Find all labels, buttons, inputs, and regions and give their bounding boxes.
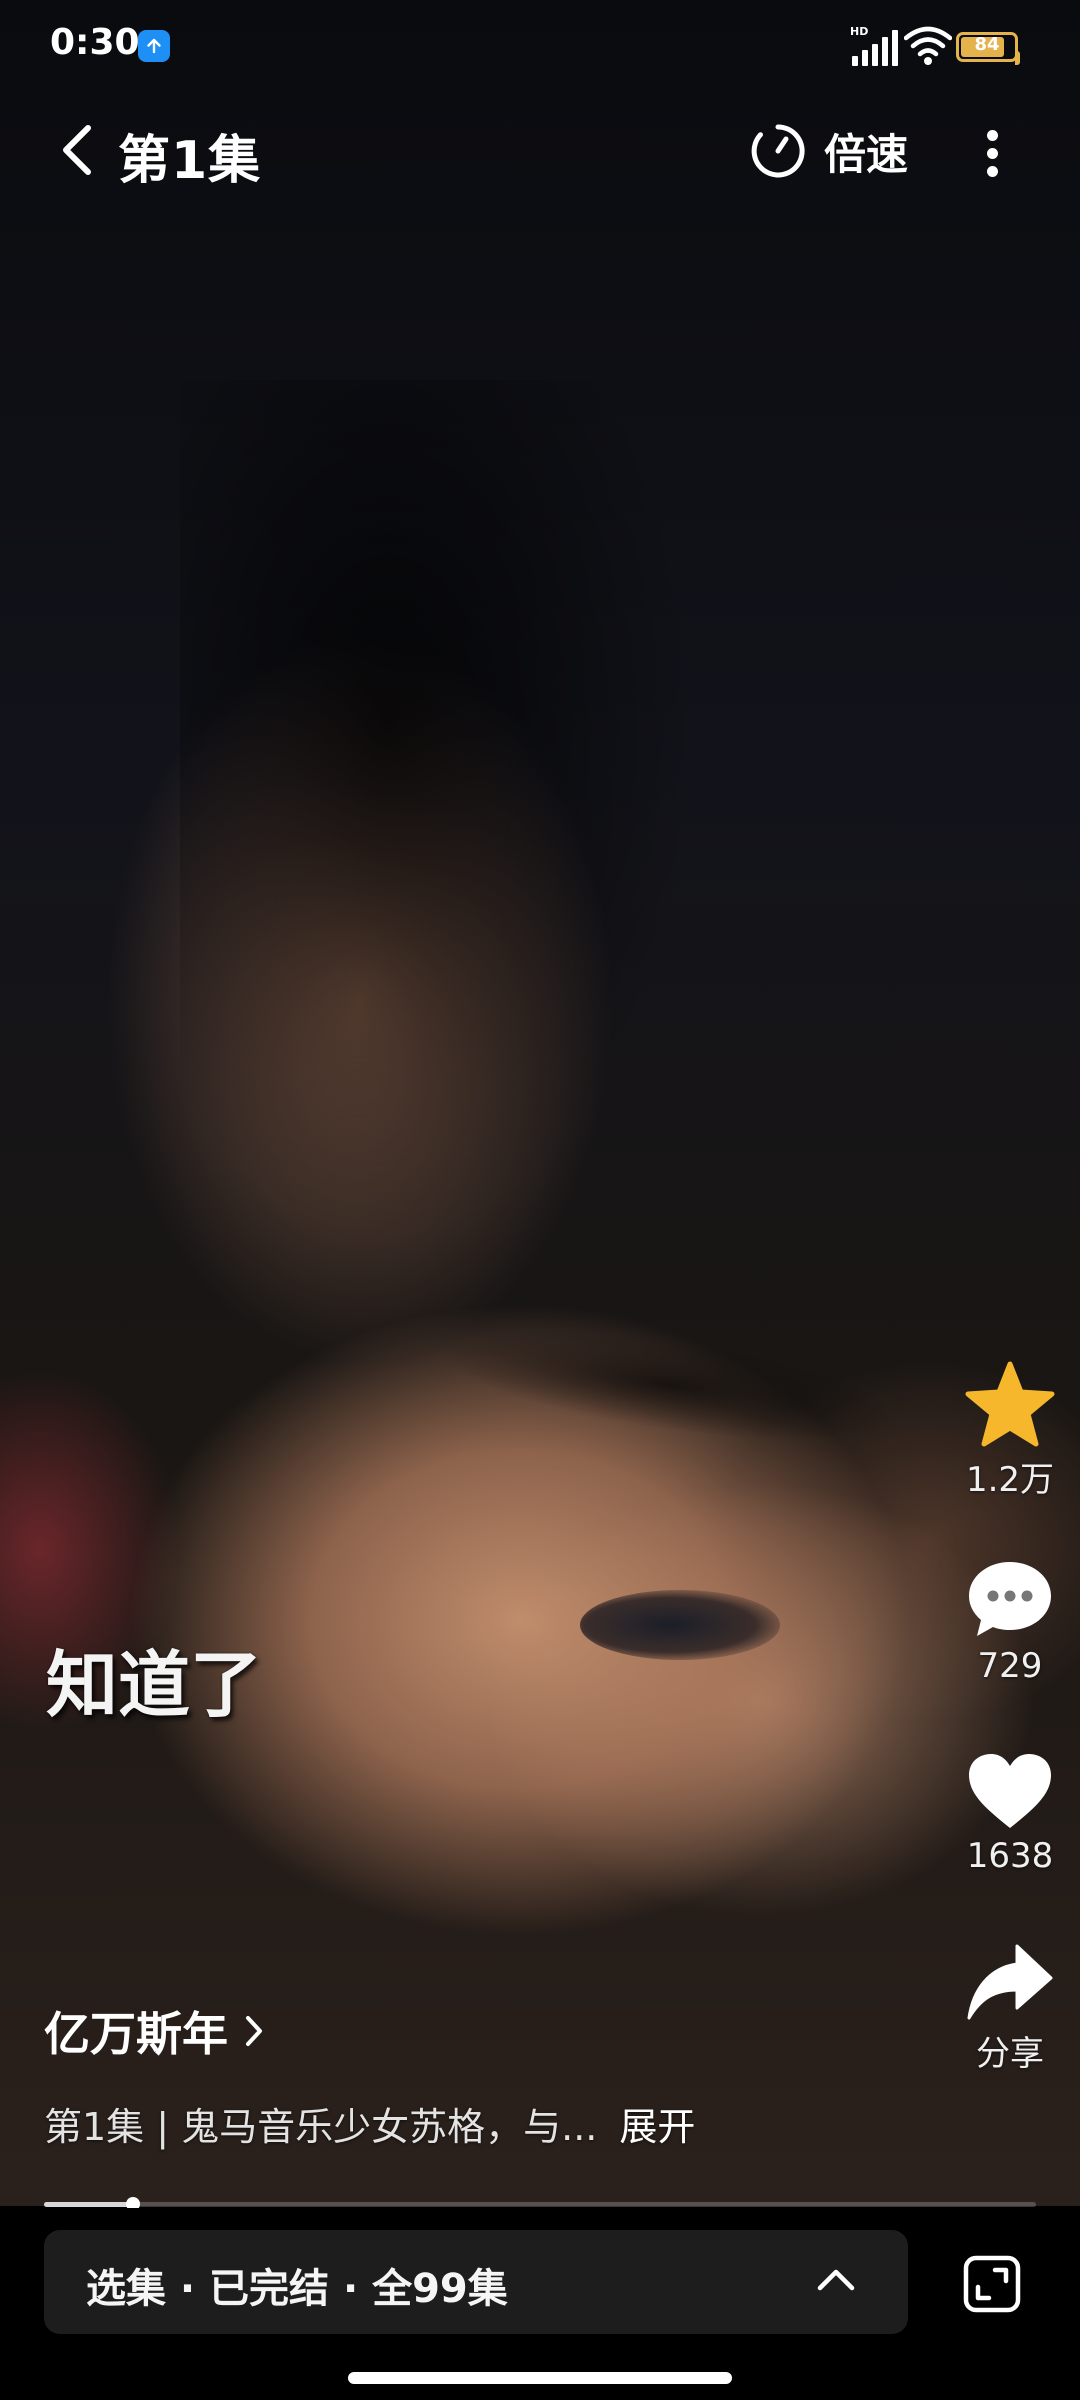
- share-label: 分享: [976, 2034, 1044, 2074]
- drama-title: 亿万斯年: [44, 2007, 228, 2061]
- share-icon: [967, 1944, 1053, 2020]
- status-bar: 0:30 HD 84: [0, 0, 1080, 92]
- video-progress-bar[interactable]: [44, 2197, 1036, 2211]
- episode-selector-label: 选集 · 已完结 · 全99集: [86, 2266, 508, 2312]
- progress-fill: [44, 2202, 134, 2207]
- fullscreen-icon: [963, 2255, 1021, 2313]
- chevron-left-icon: [63, 125, 91, 175]
- chevron-right-icon: [246, 2016, 262, 2046]
- video-frame-shadow: [180, 380, 700, 1240]
- playback-speed-button[interactable]: 倍速: [748, 120, 908, 182]
- network-type-label: HD: [850, 25, 868, 38]
- drama-title-link[interactable]: 亿万斯年: [44, 1998, 264, 2064]
- chevron-up-icon: [817, 2269, 855, 2291]
- description-text: 第1集 | 鬼马音乐少女苏格，与...: [44, 2105, 598, 2149]
- episode-selector-button[interactable]: 选集 · 已完结 · 全99集: [44, 2230, 908, 2334]
- like-count: 1638: [966, 1836, 1054, 1876]
- battery-level-text: 84: [974, 34, 1000, 55]
- share-button[interactable]: 分享: [950, 1942, 1070, 2075]
- video-frame-eye: [580, 1590, 780, 1660]
- expand-description-button[interactable]: 展开: [619, 2105, 695, 2149]
- home-indicator[interactable]: [348, 2372, 732, 2384]
- wifi-icon: [903, 26, 953, 70]
- video-subtitle: 知道了: [46, 1642, 263, 1727]
- battery-icon: 84: [956, 32, 1020, 65]
- more-options-button[interactable]: [972, 124, 1012, 184]
- comment-icon: [969, 1562, 1051, 1636]
- drama-description: 第1集 | 鬼马音乐少女苏格，与... 展开: [44, 2096, 695, 2151]
- upload-notification-icon: [138, 30, 170, 62]
- status-time: 0:30: [50, 22, 140, 63]
- comment-count: 729: [977, 1646, 1043, 1686]
- favorite-count: 1.2万: [965, 1460, 1055, 1500]
- video-frame-brow: [435, 1308, 905, 1462]
- comment-button[interactable]: 729: [950, 1558, 1070, 1686]
- fullscreen-button[interactable]: [962, 2254, 1022, 2314]
- signal-icon: HD: [850, 24, 900, 72]
- playback-speed-label: 倍速: [824, 129, 909, 179]
- more-dot: [987, 148, 998, 159]
- video-player[interactable]: [0, 0, 1080, 2206]
- more-vertical-icon: [987, 130, 998, 141]
- episode-title: 第1集: [118, 131, 262, 191]
- more-dot: [987, 166, 998, 177]
- timer-icon: [751, 124, 805, 178]
- back-button[interactable]: [56, 120, 104, 180]
- star-icon: [965, 1361, 1055, 1447]
- like-button[interactable]: 1638: [950, 1750, 1070, 1876]
- battery-cap: [1015, 51, 1020, 65]
- favorite-button[interactable]: 1.2万: [950, 1360, 1070, 1501]
- heart-icon: [969, 1754, 1051, 1828]
- top-nav: 第1集 倍速: [0, 108, 1080, 192]
- bottom-bar: 选集 · 已完结 · 全99集: [0, 2208, 1080, 2400]
